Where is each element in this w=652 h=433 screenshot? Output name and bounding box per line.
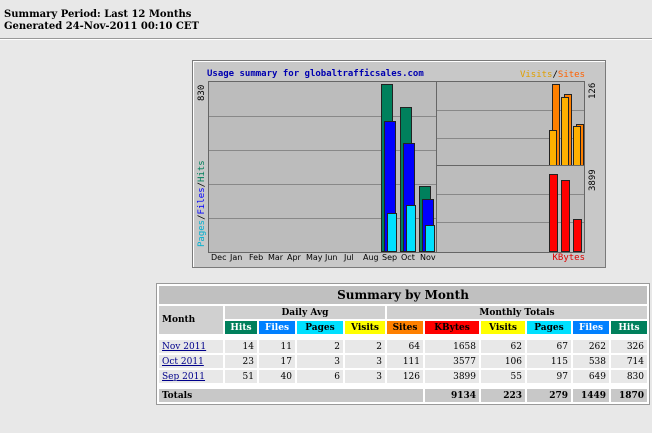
pages-bar-sep (387, 212, 397, 252)
cell: 23 (225, 355, 257, 368)
month-label-may: May (306, 253, 323, 262)
cell: 126 (387, 370, 423, 383)
cell: 14 (225, 340, 257, 353)
kbytes-max-label: 3899 (588, 169, 598, 191)
hits-legend: Hits (197, 160, 207, 182)
month-link-nov-2011[interactable]: Nov 2011 (162, 342, 206, 352)
monthly-files-header: Files (573, 321, 609, 334)
totals-row: Totals 9134 223 279 1449 1870 (159, 389, 647, 402)
cell: 64 (387, 340, 423, 353)
monthly-visits-header: Visits (481, 321, 525, 334)
cell: 111 (387, 355, 423, 368)
total-visits: 223 (481, 389, 525, 402)
visits-sites-graph (436, 81, 585, 167)
month-header: Month (159, 306, 223, 334)
month-label-dec: Dec (211, 253, 227, 262)
cell: 538 (573, 355, 609, 368)
month-label-jan: Jan (230, 253, 243, 262)
summary-table: Summary by Month Month Daily Avg Monthly… (156, 283, 650, 405)
cell: 17 (259, 355, 295, 368)
total-files: 1449 (573, 389, 609, 402)
cell: 1658 (425, 340, 479, 353)
cell: 3899 (425, 370, 479, 383)
usage-chart: Usage summary for globaltrafficsales.com… (192, 60, 606, 268)
visits-bar-sep (549, 130, 557, 166)
month-label-oct: Oct (401, 253, 415, 262)
daily-hits-header: Hits (225, 321, 257, 334)
cell: 2 (345, 340, 385, 353)
kbytes-legend: KBytes (552, 253, 585, 263)
hits-files-pages-graph (208, 81, 438, 253)
cell: 55 (481, 370, 525, 383)
sites-legend: Sites (557, 70, 585, 80)
month-link-sep-2011[interactable]: Sep 2011 (162, 372, 205, 382)
cell: 11 (259, 340, 295, 353)
cell: 714 (611, 355, 647, 368)
cell: 51 (225, 370, 257, 383)
visits-bar-nov (573, 125, 581, 166)
report-header: Summary Period: Last 12 Months Generated… (4, 9, 199, 33)
cell: 115 (527, 355, 571, 368)
summary-title: Summary by Month (159, 286, 647, 304)
total-kbytes: 9134 (425, 389, 479, 402)
total-hits: 1870 (611, 389, 647, 402)
visits-legend: Visits (519, 70, 553, 80)
month-link-oct-2011[interactable]: Oct 2011 (162, 357, 204, 367)
generated-date: Generated 24-Nov-2011 00:10 CET (4, 21, 199, 32)
totals-label: Totals (159, 389, 423, 402)
cell: 2 (297, 340, 343, 353)
table-row: Nov 2011 14 11 2 2 64 1658 62 67 262 326 (159, 340, 647, 353)
kbytes-graph (436, 165, 585, 253)
cell: 106 (481, 355, 525, 368)
daily-files-header: Files (259, 321, 295, 334)
visits-sites-legend: Visits/Sites (519, 70, 585, 80)
cell: 262 (573, 340, 609, 353)
cell: 3 (345, 370, 385, 383)
cell: 3 (345, 355, 385, 368)
kbytes-bar-oct (561, 180, 570, 252)
daily-pages-header: Pages (297, 321, 343, 334)
chart-title: Usage summary for globaltrafficsales.com (207, 69, 424, 79)
monthly-pages-header: Pages (527, 321, 571, 334)
cell: 3 (297, 355, 343, 368)
month-label-feb: Feb (249, 253, 264, 262)
pages-legend: Pages (197, 219, 207, 247)
month-label-aug: Aug (363, 253, 379, 262)
pages-bar-oct (406, 205, 416, 252)
month-label-sep: Sep (382, 253, 398, 262)
month-label-mar: Mar (268, 253, 284, 262)
table-row: Oct 2011 23 17 3 3 111 3577 106 115 538 … (159, 355, 647, 368)
month-label-jun: Jun (325, 253, 338, 262)
cell: 97 (527, 370, 571, 383)
left-axis-label: Pages/Files/Hits (197, 160, 207, 247)
summary-period: Summary Period: Last 12 Months (4, 9, 192, 20)
visits-bar-oct (561, 97, 569, 166)
cell: 62 (481, 340, 525, 353)
cell: 830 (611, 370, 647, 383)
kbytes-bar-sep (549, 174, 558, 252)
cell: 326 (611, 340, 647, 353)
left-max-label: 830 (197, 84, 207, 101)
cell: 6 (297, 370, 343, 383)
visits-sites-max-label: 126 (588, 82, 598, 99)
daily-visits-header: Visits (345, 321, 385, 334)
monthly-totals-header: Monthly Totals (387, 306, 647, 319)
cell: 3577 (425, 355, 479, 368)
cell: 40 (259, 370, 295, 383)
header-divider (0, 38, 652, 40)
files-legend: Files (197, 187, 207, 215)
cell: 649 (573, 370, 609, 383)
monthly-sites-header: Sites (387, 321, 423, 334)
table-row: Sep 2011 51 40 6 3 126 3899 55 97 649 83… (159, 370, 647, 383)
daily-avg-header: Daily Avg (225, 306, 385, 319)
pages-bar-nov (425, 224, 435, 252)
kbytes-bar-nov (573, 218, 582, 252)
total-pages: 279 (527, 389, 571, 402)
month-label-nov: Nov (420, 253, 436, 262)
monthly-kbytes-header: KBytes (425, 321, 479, 334)
monthly-hits-header: Hits (611, 321, 647, 334)
cell: 67 (527, 340, 571, 353)
month-label-jul: Jul (344, 253, 354, 262)
month-label-apr: Apr (287, 253, 301, 262)
